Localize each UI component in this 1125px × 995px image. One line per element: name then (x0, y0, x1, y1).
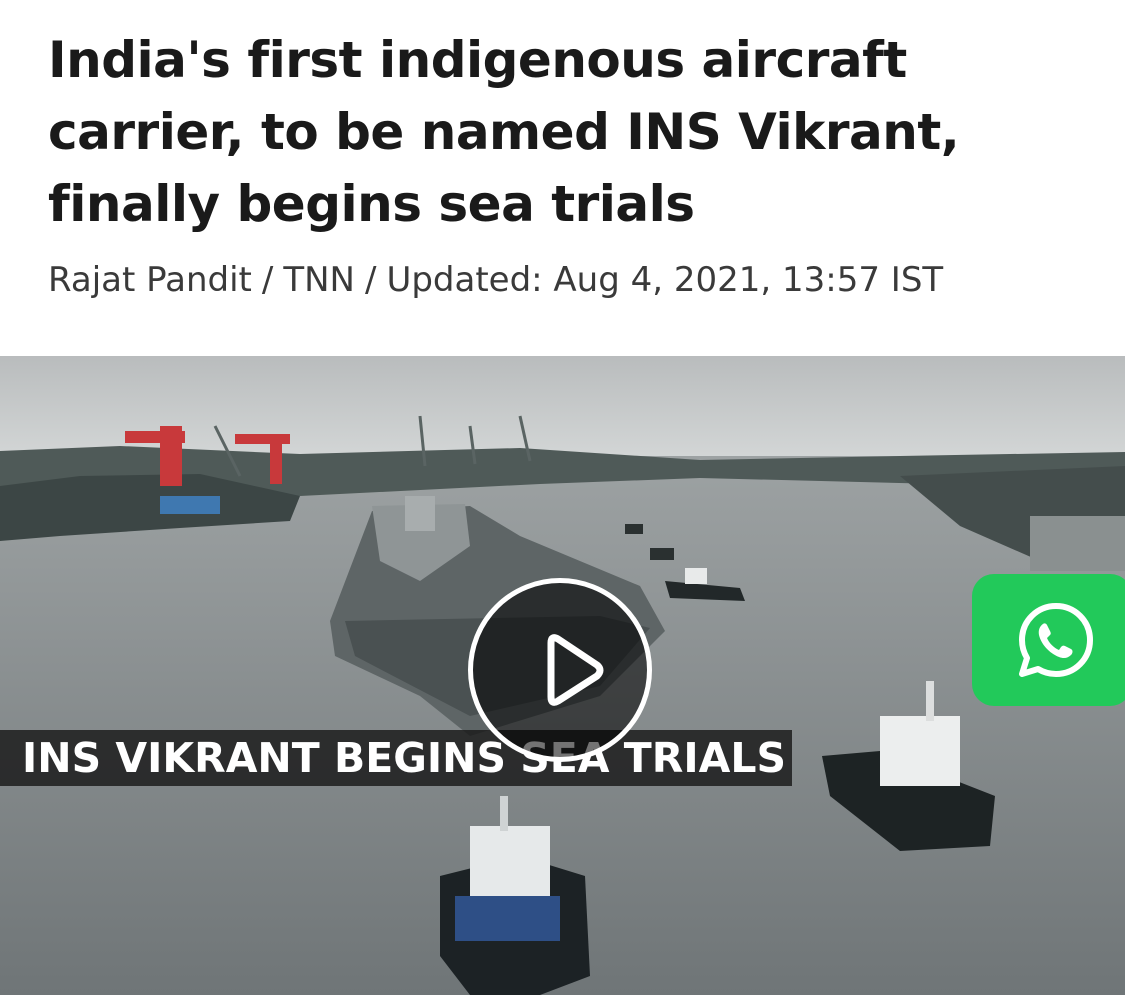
article-headline: India's first indigenous aircraft carrie… (48, 31, 960, 233)
video-caption: INS VIKRANT BEGINS SEA TRIALS (22, 734, 786, 782)
source-name: TNN (283, 260, 355, 300)
article-byline: Rajat Pandit / TNN / Updated: Aug 4, 2021, 1… (48, 258, 943, 302)
byline-separator: / (364, 260, 377, 300)
play-button[interactable] (468, 578, 652, 762)
whatsapp-icon (1019, 603, 1093, 677)
author-name[interactable]: Rajat Pandit (48, 260, 252, 300)
video-player[interactable]: INS VIKRANT BEGINS SEA TRIALS (0, 356, 1125, 995)
whatsapp-share-button[interactable] (972, 574, 1125, 706)
byline-separator: / (261, 260, 274, 300)
play-icon (547, 634, 604, 706)
video-caption-bar: INS VIKRANT BEGINS SEA TRIALS (0, 730, 792, 786)
updated-timestamp: Updated: Aug 4, 2021, 13:57 IST (386, 260, 944, 300)
